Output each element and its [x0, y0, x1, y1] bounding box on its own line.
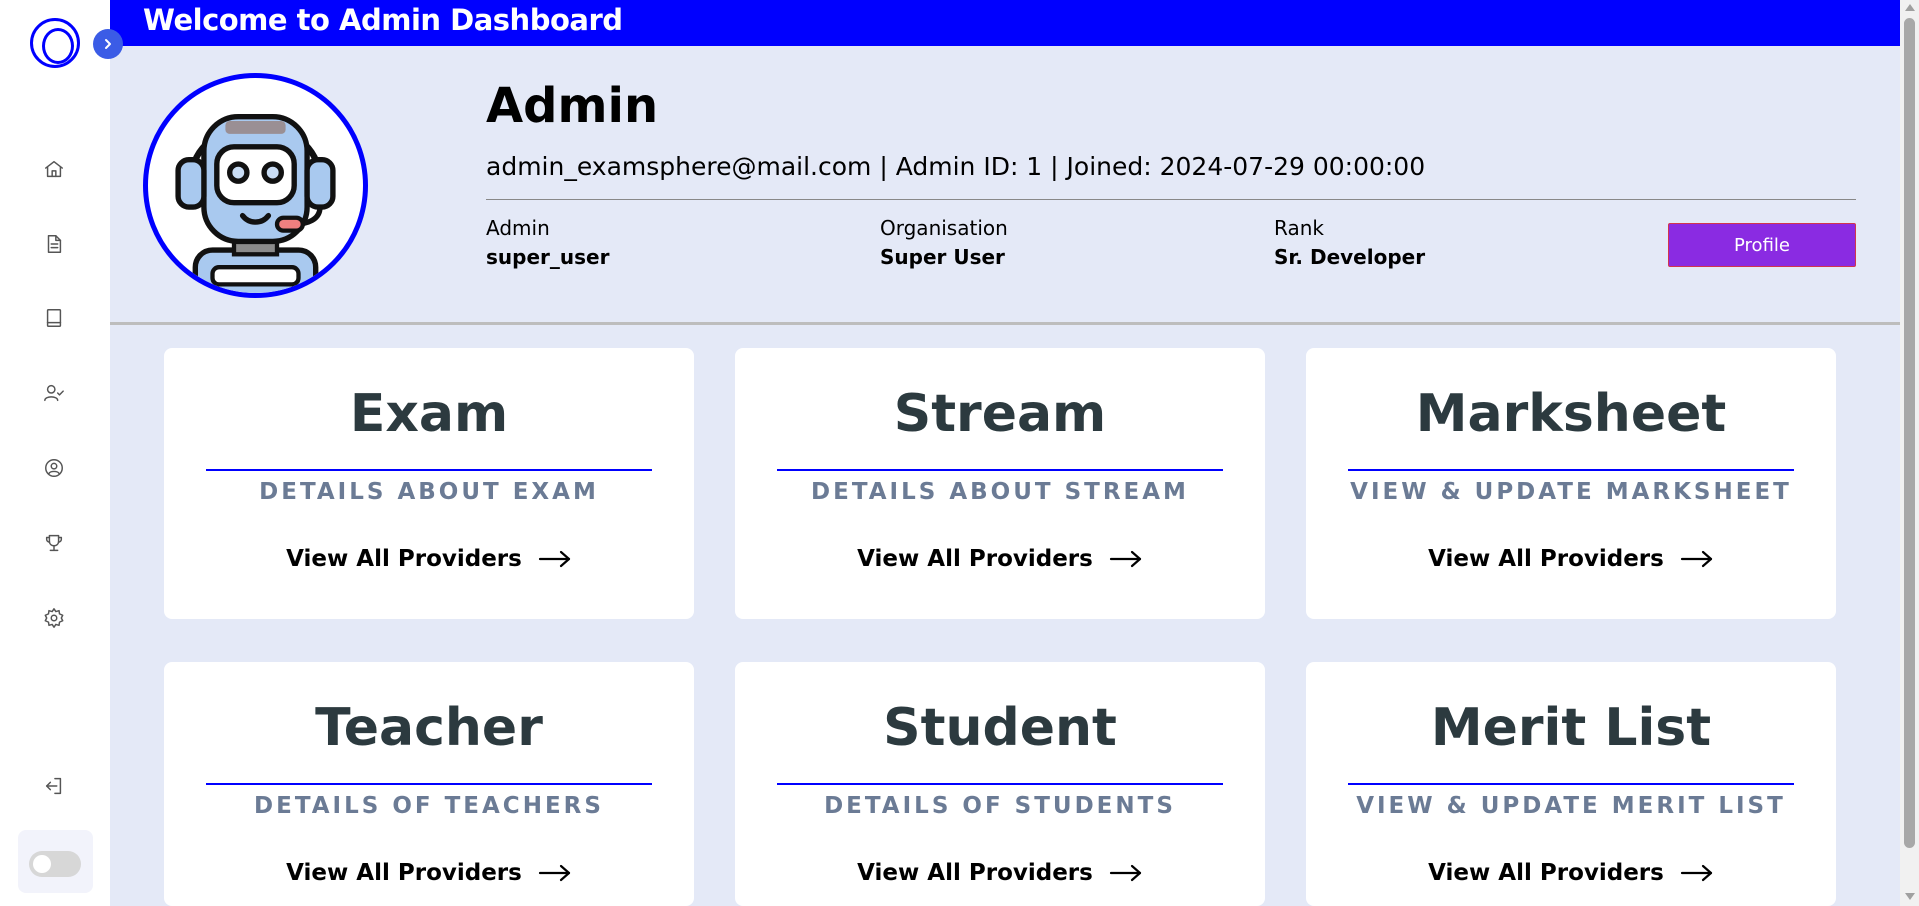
card-subtitle: DETAILS OF STUDENTS — [824, 793, 1176, 819]
card-title: Exam — [349, 384, 509, 444]
info-label: Rank — [1274, 216, 1324, 240]
card-divider — [206, 469, 652, 471]
sidebar — [0, 0, 110, 906]
arrow-right-icon — [538, 550, 570, 568]
trophy-icon[interactable] — [42, 531, 66, 555]
card-title: Teacher — [315, 698, 543, 758]
arrow-right-icon — [1680, 550, 1712, 568]
card-stream: Stream DETAILS ABOUT STREAM View All Pro… — [735, 348, 1265, 619]
page-title: Welcome to Admin Dashboard — [143, 3, 623, 37]
logout-icon[interactable] — [42, 774, 66, 798]
card-divider — [206, 783, 652, 785]
arrow-right-icon — [1680, 864, 1712, 882]
card-exam: Exam DETAILS ABOUT EXAM View All Provide… — [164, 348, 694, 619]
link-label: View All Providers — [286, 546, 522, 572]
chevron-right-icon — [105, 39, 111, 49]
admin-meta: admin_examsphere@mail.com | Admin ID: 1 … — [486, 152, 1426, 181]
document-icon[interactable] — [42, 232, 66, 256]
card-subtitle: DETAILS ABOUT STREAM — [811, 479, 1189, 505]
info-organisation: Organisation Super User — [880, 216, 1008, 269]
settings-icon[interactable] — [42, 606, 66, 630]
card-divider — [777, 469, 1223, 471]
scroll-up-arrow-icon[interactable] — [1905, 4, 1915, 11]
scroll-thumb[interactable] — [1904, 18, 1915, 848]
book-icon[interactable] — [42, 306, 66, 330]
card-student: Student DETAILS OF STUDENTS View All Pro… — [735, 662, 1265, 906]
card-divider — [1348, 783, 1794, 785]
card-marksheet: Marksheet VIEW & UPDATE MARKSHEET View A… — [1306, 348, 1836, 619]
card-title: Merit List — [1430, 698, 1712, 758]
info-value: Sr. Developer — [1274, 245, 1426, 269]
profile-button[interactable]: Profile — [1668, 223, 1856, 267]
card-subtitle: VIEW & UPDATE MARKSHEET — [1350, 479, 1792, 505]
scroll-down-arrow-icon[interactable] — [1905, 893, 1915, 900]
card-subtitle: DETAILS ABOUT EXAM — [259, 479, 599, 505]
info-label: Admin — [486, 216, 550, 240]
card-subtitle: VIEW & UPDATE MERIT LIST — [1356, 793, 1786, 819]
card-subtitle: DETAILS OF TEACHERS — [254, 793, 604, 819]
view-all-providers-link[interactable]: View All Providers — [164, 546, 694, 572]
user-circle-icon[interactable] — [42, 456, 66, 480]
arrow-right-icon — [1109, 550, 1141, 568]
view-all-providers-link[interactable]: View All Providers — [1306, 860, 1836, 886]
info-rank: Rank Sr. Developer — [1274, 216, 1425, 269]
card-divider — [1348, 469, 1794, 471]
avatar — [143, 73, 368, 298]
profile-section: Admin admin_examsphere@mail.com | Admin … — [110, 46, 1900, 325]
link-label: View All Providers — [857, 860, 1093, 886]
view-all-providers-link[interactable]: View All Providers — [1306, 546, 1836, 572]
view-all-providers-link[interactable]: View All Providers — [735, 546, 1265, 572]
arrow-right-icon — [1109, 864, 1141, 882]
robot-avatar-icon — [175, 114, 336, 293]
card-merit-list: Merit List VIEW & UPDATE MERIT LIST View… — [1306, 662, 1836, 906]
vertical-scrollbar[interactable] — [1900, 0, 1919, 906]
link-label: View All Providers — [1428, 546, 1664, 572]
admin-name: Admin — [486, 78, 659, 134]
card-title: Student — [883, 698, 1117, 758]
link-label: View All Providers — [857, 546, 1093, 572]
link-label: View All Providers — [1428, 860, 1664, 886]
user-check-icon[interactable] — [42, 381, 66, 405]
sidebar-expand-button[interactable] — [93, 29, 123, 59]
info-value: super_user — [486, 245, 610, 269]
view-all-providers-link[interactable]: View All Providers — [735, 860, 1265, 886]
profile-divider — [486, 199, 1856, 200]
top-header: Welcome to Admin Dashboard — [110, 0, 1900, 46]
card-divider — [777, 783, 1223, 785]
card-title: Stream — [893, 384, 1107, 444]
toggle-knob — [33, 855, 51, 873]
logo-icon — [30, 18, 80, 68]
info-admin: Admin super_user — [486, 216, 609, 269]
card-teacher: Teacher DETAILS OF TEACHERS View All Pro… — [164, 662, 694, 906]
view-all-providers-link[interactable]: View All Providers — [164, 860, 694, 886]
home-icon[interactable] — [42, 157, 66, 181]
info-value: Super User — [880, 245, 1005, 269]
dark-mode-panel — [18, 830, 93, 893]
arrow-right-icon — [538, 864, 570, 882]
link-label: View All Providers — [286, 860, 522, 886]
dark-mode-toggle[interactable] — [29, 851, 81, 877]
info-label: Organisation — [880, 216, 1008, 240]
card-title: Marksheet — [1415, 384, 1727, 444]
